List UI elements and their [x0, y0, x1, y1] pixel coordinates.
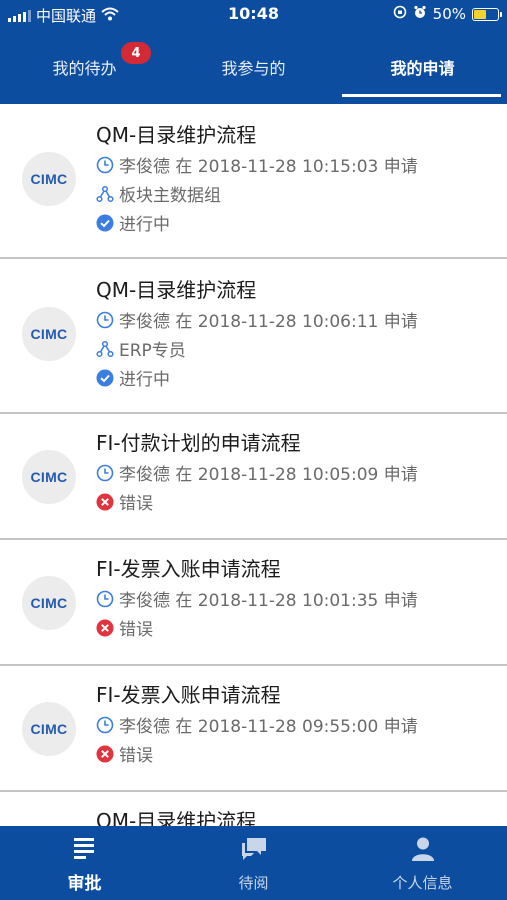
- item-status: 进行中: [119, 215, 170, 235]
- list-item[interactable]: CIMC QM-目录维护流程 李俊德 在 2018-11-28 10:06:11…: [0, 259, 507, 414]
- item-status: 错误: [119, 620, 153, 640]
- list-icon: [72, 836, 98, 865]
- error-circle-icon: [96, 493, 114, 511]
- item-title: FI-发票入账申请流程: [96, 683, 281, 707]
- application-list[interactable]: CIMC QM-目录维护流程 李俊德 在 2018-11-28 10:15:03…: [0, 104, 507, 826]
- todo-count-badge: 4: [121, 42, 151, 64]
- nav-approval[interactable]: 审批: [0, 826, 169, 900]
- item-title: FI-发票入账申请流程: [96, 557, 281, 581]
- company-logo: CIMC: [22, 576, 76, 630]
- person-icon: [410, 836, 436, 866]
- nav-label: 审批: [67, 874, 102, 894]
- company-logo: CIMC: [22, 152, 76, 206]
- lock-rotation-icon: [393, 5, 407, 23]
- tab-label: 我参与的: [221, 59, 286, 78]
- tab-bar: 我的待办 4 我参与的 我的申请: [0, 30, 507, 104]
- item-status: 错误: [119, 494, 153, 514]
- item-status: 进行中: [119, 370, 170, 390]
- company-logo: CIMC: [22, 307, 76, 361]
- clock-icon: [96, 590, 114, 608]
- nav-label: 待阅: [238, 874, 269, 892]
- battery-percent: 50%: [432, 5, 466, 23]
- app-header: 中国联通 10:48 50% 我的待办 4 我参与的 我的申请: [0, 0, 507, 104]
- item-meta: 李俊德 在 2018-11-28 10:01:35 申请: [119, 591, 418, 611]
- clock-icon: [96, 156, 114, 174]
- item-group: ERP专员: [119, 341, 186, 361]
- list-item[interactable]: CIMC FI-发票入账申请流程 李俊德 在 2018-11-28 10:01:…: [0, 540, 507, 666]
- tab-label: 我的申请: [390, 59, 455, 78]
- chat-icon: [239, 836, 269, 866]
- item-meta: 李俊德 在 2018-11-28 10:06:11 申请: [119, 312, 418, 332]
- item-status: 错误: [119, 746, 153, 766]
- tab-participated[interactable]: 我参与的: [169, 30, 338, 104]
- list-item[interactable]: CIMC FI-付款计划的申请流程 李俊德 在 2018-11-28 10:05…: [0, 414, 507, 540]
- item-meta: 李俊德 在 2018-11-28 09:55:00 申请: [119, 717, 418, 737]
- org-node-icon: [96, 340, 114, 358]
- alarm-icon: [413, 5, 427, 23]
- status-bar: 中国联通 10:48 50%: [0, 0, 507, 30]
- clock-icon: [96, 716, 114, 734]
- check-circle-icon: [96, 369, 114, 387]
- nav-profile[interactable]: 个人信息: [338, 826, 507, 900]
- check-circle-icon: [96, 214, 114, 232]
- item-title: QM-目录维护流程: [96, 278, 257, 302]
- item-title: QM-目录维护流程: [96, 809, 257, 826]
- item-title: QM-目录维护流程: [96, 123, 257, 147]
- list-item[interactable]: QM-目录维护流程: [0, 792, 507, 826]
- item-meta: 李俊德 在 2018-11-28 10:15:03 申请: [119, 157, 418, 177]
- tab-label: 我的待办: [52, 59, 117, 78]
- bottom-nav: 审批 待阅 个人信息: [0, 826, 507, 900]
- org-node-icon: [96, 185, 114, 203]
- error-circle-icon: [96, 745, 114, 763]
- nav-label: 个人信息: [392, 874, 453, 892]
- item-meta: 李俊德 在 2018-11-28 10:05:09 申请: [119, 465, 418, 485]
- tab-my-applications[interactable]: 我的申请: [338, 30, 507, 104]
- company-logo: CIMC: [22, 450, 76, 504]
- error-circle-icon: [96, 619, 114, 637]
- list-item[interactable]: CIMC FI-发票入账申请流程 李俊德 在 2018-11-28 09:55:…: [0, 666, 507, 792]
- company-logo: CIMC: [22, 702, 76, 756]
- clock-icon: [96, 311, 114, 329]
- clock-icon: [96, 464, 114, 482]
- item-title: FI-付款计划的申请流程: [96, 431, 301, 455]
- nav-to-read[interactable]: 待阅: [169, 826, 338, 900]
- item-group: 板块主数据组: [119, 186, 221, 206]
- battery-icon: [472, 7, 502, 21]
- list-item[interactable]: CIMC QM-目录维护流程 李俊德 在 2018-11-28 10:15:03…: [0, 104, 507, 259]
- tab-my-todo[interactable]: 我的待办 4: [0, 30, 169, 104]
